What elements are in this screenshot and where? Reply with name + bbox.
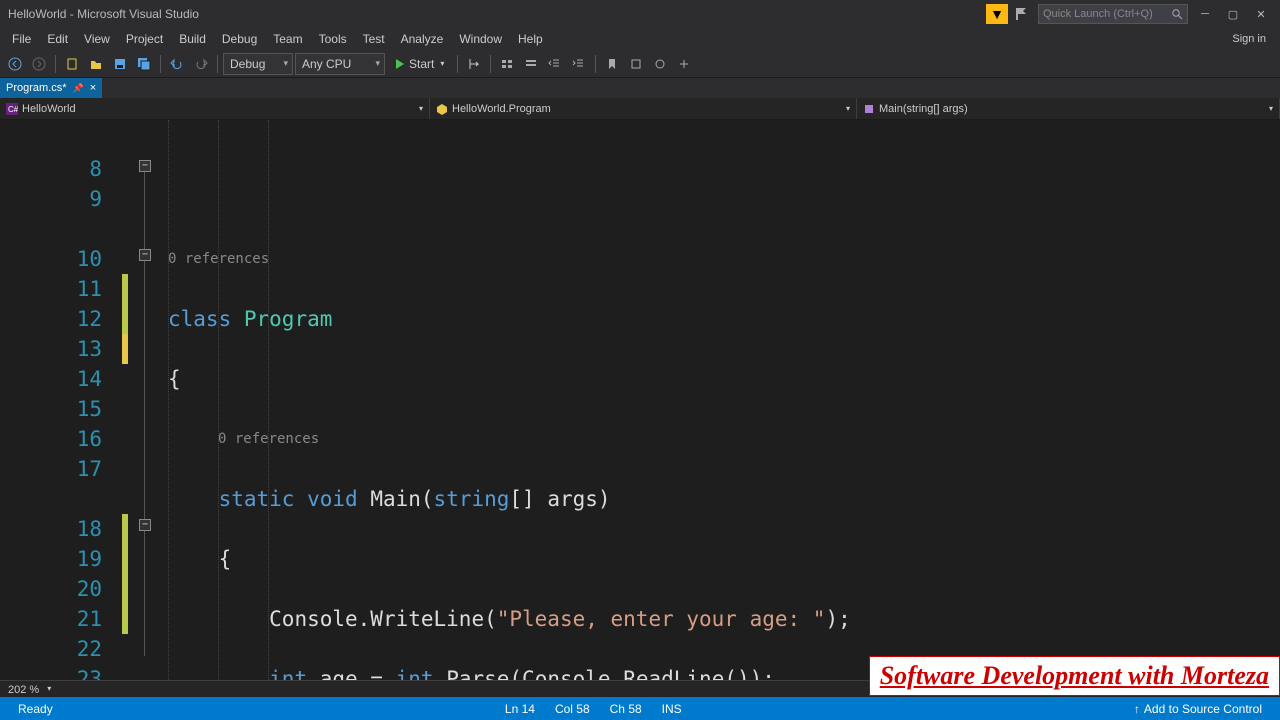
tab-label: Program.cs* bbox=[6, 82, 67, 94]
menu-file[interactable]: File bbox=[4, 29, 39, 49]
title-bar: HelloWorld - Microsoft Visual Studio ▼ Q… bbox=[0, 0, 1280, 28]
status-line: Ln 14 bbox=[495, 702, 545, 716]
notification-badge-icon[interactable]: ▼ bbox=[986, 4, 1008, 24]
status-ins: INS bbox=[652, 702, 692, 716]
tab-pin-icon[interactable]: 📌 bbox=[73, 83, 84, 94]
indent-icon[interactable] bbox=[568, 53, 590, 75]
bookmark-icon[interactable] bbox=[601, 53, 623, 75]
play-icon bbox=[395, 59, 405, 69]
document-tabs: Program.cs* 📌 × bbox=[0, 78, 1280, 98]
maximize-button[interactable]: ▢ bbox=[1222, 8, 1244, 21]
namespace-dropdown[interactable]: C# HelloWorld ▾ bbox=[0, 98, 430, 119]
menu-build[interactable]: Build bbox=[171, 29, 214, 49]
config-dropdown[interactable]: Debug bbox=[223, 53, 293, 75]
save-all-icon[interactable] bbox=[133, 53, 155, 75]
menu-help[interactable]: Help bbox=[510, 29, 551, 49]
new-file-icon[interactable] bbox=[61, 53, 83, 75]
menu-window[interactable]: Window bbox=[451, 29, 510, 49]
outdent-icon[interactable] bbox=[544, 53, 566, 75]
tab-program-cs[interactable]: Program.cs* 📌 × bbox=[0, 78, 102, 98]
code-editor[interactable]: 8 9 10 11 12 13 14 15 16 17 18 19 20 21 … bbox=[0, 120, 1280, 680]
redo-icon[interactable] bbox=[190, 53, 212, 75]
step-icon[interactable] bbox=[463, 53, 485, 75]
csharp-icon: C# bbox=[6, 103, 18, 115]
codelens-class[interactable]: 0 references bbox=[168, 244, 1280, 274]
open-file-icon[interactable] bbox=[85, 53, 107, 75]
status-ready: Ready bbox=[8, 702, 63, 716]
forward-icon[interactable] bbox=[28, 53, 50, 75]
tool-icon-2[interactable] bbox=[520, 53, 542, 75]
class-dropdown[interactable]: HelloWorld.Program ▾ bbox=[430, 98, 857, 119]
minimize-button[interactable]: ─ bbox=[1194, 8, 1216, 20]
window-title: HelloWorld - Microsoft Visual Studio bbox=[8, 7, 199, 21]
method-icon bbox=[863, 103, 875, 115]
svg-text:C#: C# bbox=[8, 105, 18, 114]
save-icon[interactable] bbox=[109, 53, 131, 75]
menu-project[interactable]: Project bbox=[118, 29, 171, 49]
toolbar: Debug Any CPU Start ▾ bbox=[0, 50, 1280, 78]
line-number-gutter: 8 9 10 11 12 13 14 15 16 17 18 19 20 21 … bbox=[0, 120, 120, 680]
menu-view[interactable]: View bbox=[76, 29, 118, 49]
status-ch: Ch 58 bbox=[600, 702, 652, 716]
search-icon bbox=[1171, 8, 1183, 20]
tool-icon-3[interactable] bbox=[625, 53, 647, 75]
overlay-banner: Software Development with Morteza bbox=[869, 656, 1280, 696]
menu-test[interactable]: Test bbox=[355, 29, 393, 49]
menu-analyze[interactable]: Analyze bbox=[393, 29, 452, 49]
signin-link[interactable]: Sign in bbox=[1232, 33, 1276, 45]
code-area[interactable]: 0 references class Program { 0 reference… bbox=[120, 120, 1280, 680]
quick-launch-placeholder: Quick Launch (Ctrl+Q) bbox=[1043, 8, 1171, 20]
menu-team[interactable]: Team bbox=[265, 29, 310, 49]
menu-debug[interactable]: Debug bbox=[214, 29, 265, 49]
class-icon bbox=[436, 103, 448, 115]
tab-close-icon[interactable]: × bbox=[90, 82, 96, 94]
feedback-icon[interactable] bbox=[1012, 5, 1030, 23]
navigation-bar: C# HelloWorld ▾ HelloWorld.Program ▾ Mai… bbox=[0, 98, 1280, 120]
source-control-button[interactable]: ↑Add to Source Control bbox=[1124, 702, 1272, 716]
platform-dropdown[interactable]: Any CPU bbox=[295, 53, 385, 75]
tool-icon-4[interactable] bbox=[649, 53, 671, 75]
start-button[interactable]: Start ▾ bbox=[387, 53, 452, 75]
tool-icon-5[interactable] bbox=[673, 53, 695, 75]
method-dropdown[interactable]: Main(string[] args) ▾ bbox=[857, 98, 1280, 119]
menu-edit[interactable]: Edit bbox=[39, 29, 76, 49]
status-bar: Ready Ln 14 Col 58 Ch 58 INS ↑Add to Sou… bbox=[0, 697, 1280, 720]
undo-icon[interactable] bbox=[166, 53, 188, 75]
tool-icon-1[interactable] bbox=[496, 53, 518, 75]
back-icon[interactable] bbox=[4, 53, 26, 75]
codelens-main[interactable]: 0 references bbox=[168, 424, 1280, 454]
zoom-dropdown[interactable]: 202 % bbox=[4, 684, 53, 696]
close-button[interactable]: ✕ bbox=[1250, 8, 1272, 21]
menu-bar: File Edit View Project Build Debug Team … bbox=[0, 28, 1280, 50]
quick-launch-input[interactable]: Quick Launch (Ctrl+Q) bbox=[1038, 4, 1188, 24]
menu-tools[interactable]: Tools bbox=[311, 29, 355, 49]
status-col: Col 58 bbox=[545, 702, 600, 716]
